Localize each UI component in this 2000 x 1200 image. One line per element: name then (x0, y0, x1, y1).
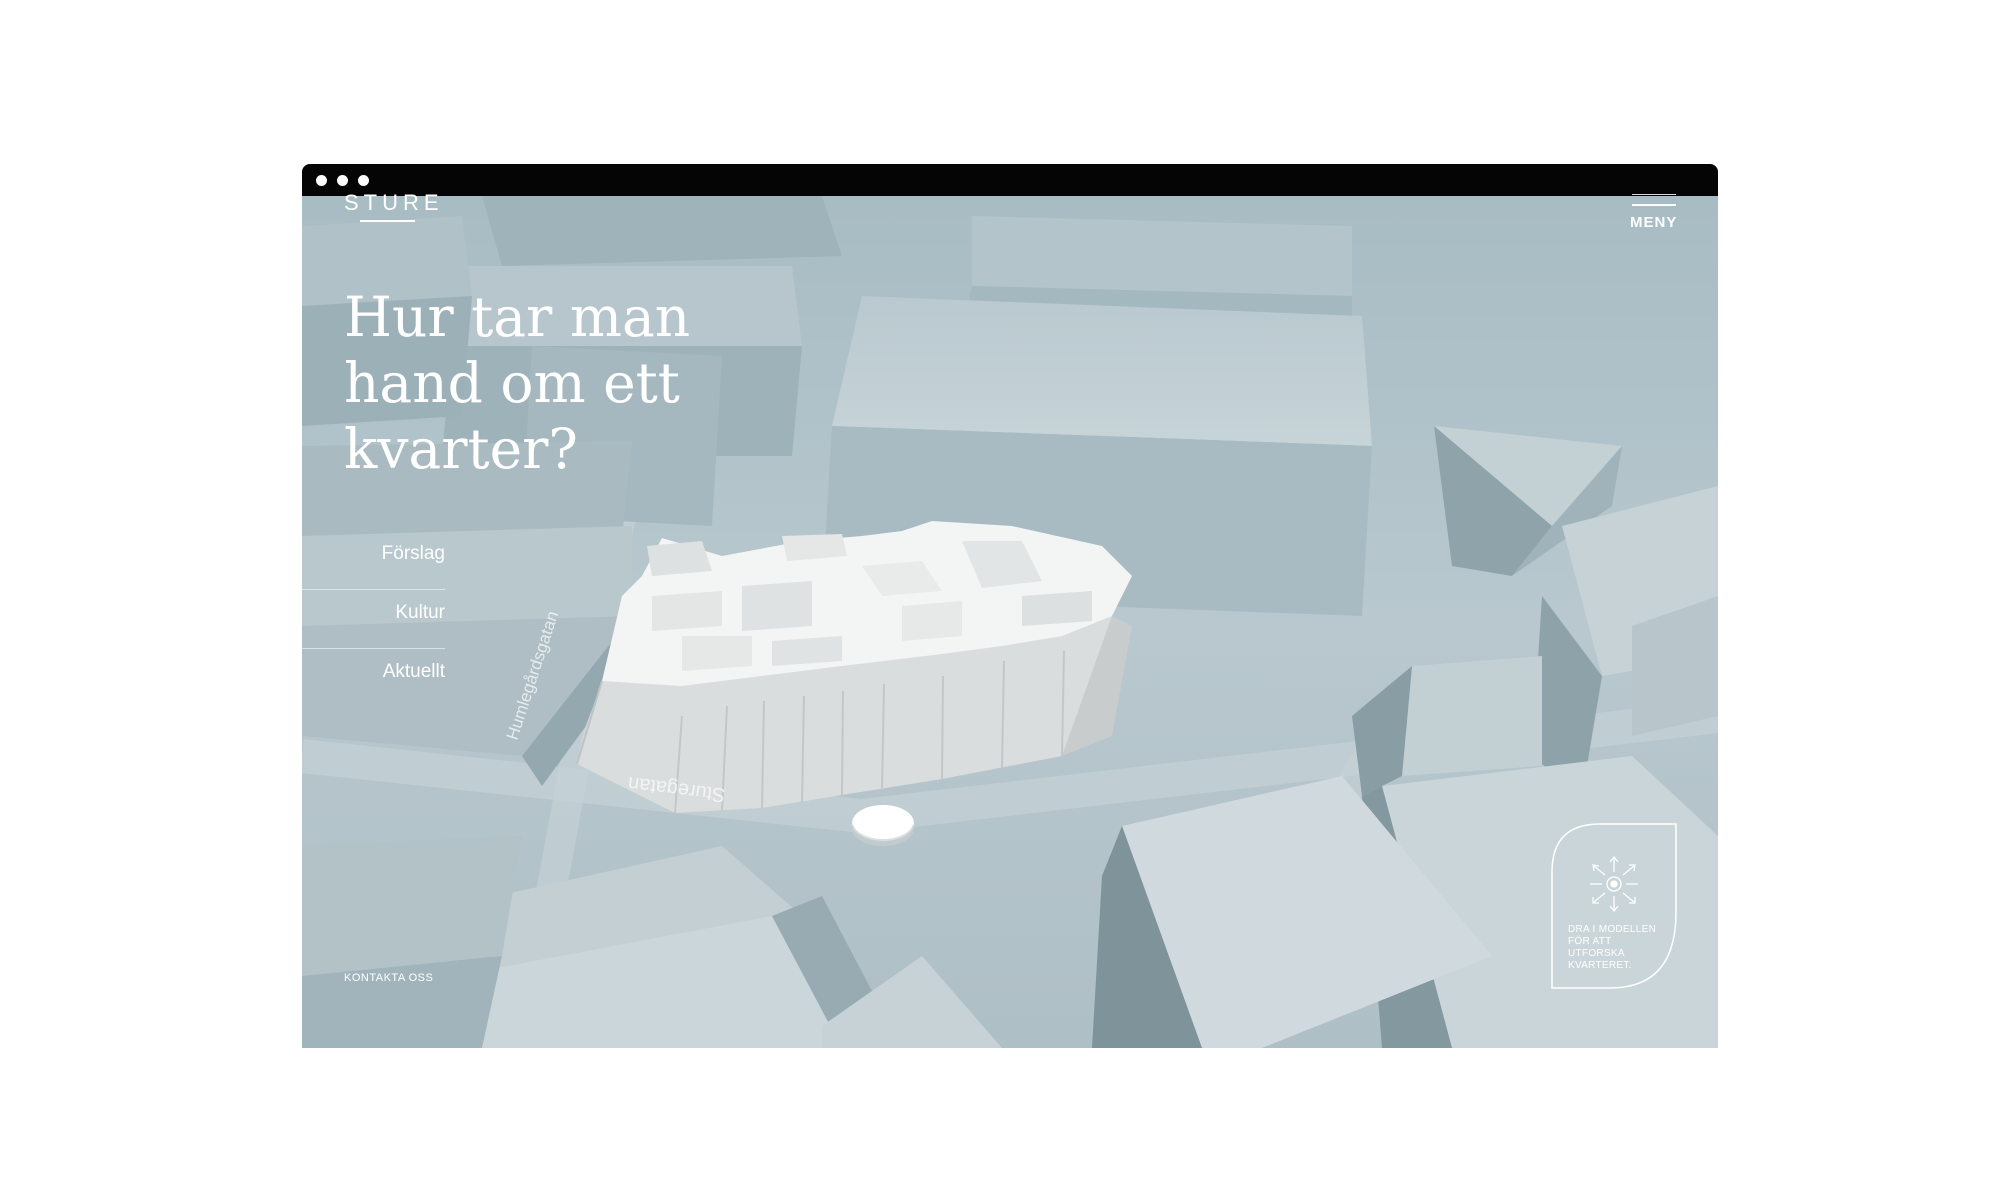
site-logo[interactable]: STURE (344, 190, 444, 216)
menu-line-bottom (1632, 204, 1676, 206)
window-dot-close[interactable] (316, 175, 327, 186)
contact-link[interactable]: KONTAKTA OSS (344, 972, 433, 984)
window-dot-maximize[interactable] (358, 175, 369, 186)
menu-line-top (1632, 194, 1676, 195)
hero-headline: Hur tar man hand om ett kvarter? (344, 285, 691, 481)
nav-item-forslag[interactable]: Förslag (302, 531, 445, 590)
nav-item-aktuellt[interactable]: Aktuellt (302, 649, 445, 708)
drag-hint-badge: DRA I MODELLEN FÖR ATT UTFORSKA KVARTERE… (1550, 822, 1678, 990)
logo-underline (360, 220, 415, 222)
browser-chrome (302, 164, 1718, 196)
nav-item-kultur[interactable]: Kultur (302, 590, 445, 649)
side-nav: Förslag Kultur Aktuellt (302, 531, 445, 708)
drag-move-icon (1590, 855, 1638, 913)
drag-hint-text: DRA I MODELLEN FÖR ATT UTFORSKA KVARTERE… (1568, 924, 1657, 971)
window-dot-minimize[interactable] (337, 175, 348, 186)
menu-button[interactable]: MENY (1630, 194, 1676, 231)
browser-window: Humlegårdsgatan Sturegatan STURE MENY Hu… (302, 164, 1718, 1048)
menu-label: MENY (1630, 214, 1678, 231)
